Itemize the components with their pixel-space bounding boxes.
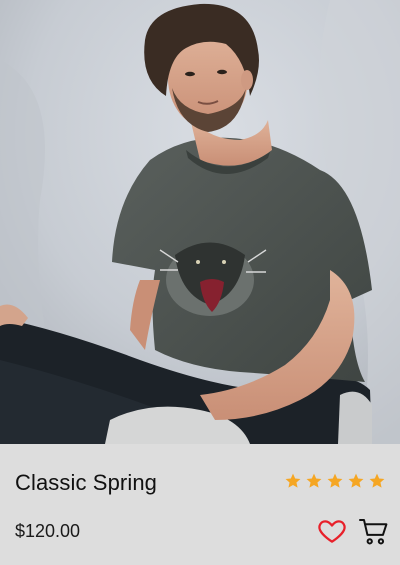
star-icon	[347, 472, 365, 490]
heart-icon[interactable]	[317, 516, 347, 546]
star-icon	[305, 472, 323, 490]
product-price: $120.00	[15, 521, 81, 541]
star-icon	[284, 472, 302, 490]
rating-stars	[284, 472, 386, 490]
product-info-panel: Classic Spring $120.00	[0, 444, 400, 565]
product-image[interactable]	[0, 0, 400, 444]
star-icon	[326, 472, 344, 490]
product-title[interactable]: Classic Spring	[15, 470, 157, 496]
star-icon	[368, 472, 386, 490]
cart-icon[interactable]	[358, 516, 390, 548]
product-card[interactable]: Classic Spring $120.00	[0, 0, 400, 565]
